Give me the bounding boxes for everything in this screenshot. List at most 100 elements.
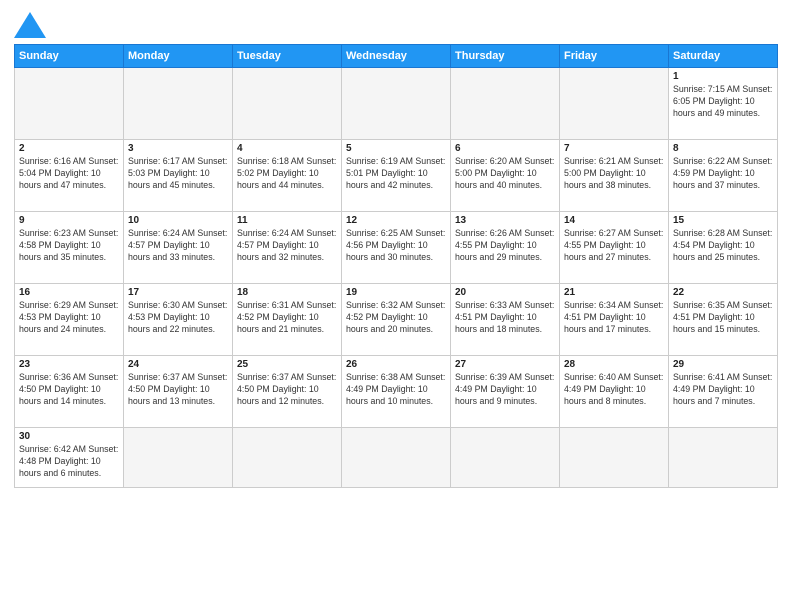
day-number: 9 [19, 215, 119, 226]
day-info: Sunrise: 6:35 AM Sunset: 4:51 PM Dayligh… [673, 300, 773, 336]
calendar-week-row: 23 Sunrise: 6:36 AM Sunset: 4:50 PM Dayli… [15, 356, 778, 428]
weekday-header-row: SundayMondayTuesdayWednesdayThursdayFrid… [15, 45, 778, 68]
day-number: 14 [564, 215, 664, 226]
day-number: 3 [128, 143, 228, 154]
day-info: Sunrise: 6:33 AM Sunset: 4:51 PM Dayligh… [455, 300, 555, 336]
day-info: Sunrise: 6:19 AM Sunset: 5:01 PM Dayligh… [346, 156, 446, 192]
calendar-cell: 13Sunrise: 6:26 AM Sunset: 4:55 PM Dayli… [451, 212, 560, 284]
day-number: 6 [455, 143, 555, 154]
calendar-cell: 26 Sunrise: 6:38 AM Sunset: 4:49 PM Dayli… [342, 356, 451, 428]
day-info: Sunrise: 6:18 AM Sunset: 5:02 PM Dayligh… [237, 156, 337, 192]
header [14, 10, 778, 38]
day-info: Sunrise: 6:34 AM Sunset: 4:51 PM Dayligh… [564, 300, 664, 336]
page: SundayMondayTuesdayWednesdayThursdayFrid… [0, 0, 792, 612]
calendar-cell [451, 428, 560, 488]
day-number: 11 [237, 215, 337, 226]
day-number: 1 [673, 71, 773, 82]
calendar-cell: 21 Sunrise: 6:34 AM Sunset: 4:51 PM Dayli… [560, 284, 669, 356]
calendar-cell: 27 Sunrise: 6:39 AM Sunset: 4:49 PM Dayli… [451, 356, 560, 428]
calendar-cell [342, 68, 451, 140]
day-number: 20 [455, 287, 555, 298]
day-info: Sunrise: 6:24 AM Sunset: 4:57 PM Dayligh… [237, 228, 337, 264]
calendar-cell: 14 Sunrise: 6:27 AM Sunset: 4:55 PM Dayli… [560, 212, 669, 284]
calendar-cell [669, 428, 778, 488]
calendar-cell: 30 Sunrise: 6:42 AM Sunset: 4:48 PM Dayli… [15, 428, 124, 488]
day-number: 13 [455, 215, 555, 226]
calendar-cell: 16Sunrise: 6:29 AM Sunset: 4:53 PM Dayli… [15, 284, 124, 356]
day-info: Sunrise: 6:36 AM Sunset: 4:50 PM Dayligh… [19, 372, 119, 408]
day-info: Sunrise: 6:28 AM Sunset: 4:54 PM Dayligh… [673, 228, 773, 264]
calendar-week-row: 1 Sunrise: 7:15 AM Sunset: 6:05 PM Daylig… [15, 68, 778, 140]
calendar-cell: 24Sunrise: 6:37 AM Sunset: 4:50 PM Dayli… [124, 356, 233, 428]
day-info: Sunrise: 6:31 AM Sunset: 4:52 PM Dayligh… [237, 300, 337, 336]
calendar-cell: 1 Sunrise: 7:15 AM Sunset: 6:05 PM Daylig… [669, 68, 778, 140]
calendar-cell: 8Sunrise: 6:22 AM Sunset: 4:59 PM Daylig… [669, 140, 778, 212]
calendar-cell: 19 Sunrise: 6:32 AM Sunset: 4:52 PM Dayli… [342, 284, 451, 356]
day-number: 27 [455, 359, 555, 370]
calendar-cell [233, 428, 342, 488]
calendar-cell: 9Sunrise: 6:23 AM Sunset: 4:58 PM Daylig… [15, 212, 124, 284]
day-info: Sunrise: 6:41 AM Sunset: 4:49 PM Dayligh… [673, 372, 773, 408]
calendar-table: SundayMondayTuesdayWednesdayThursdayFrid… [14, 44, 778, 488]
day-info: Sunrise: 6:24 AM Sunset: 4:57 PM Dayligh… [128, 228, 228, 264]
calendar-cell: 23 Sunrise: 6:36 AM Sunset: 4:50 PM Dayli… [15, 356, 124, 428]
calendar-cell [560, 428, 669, 488]
calendar-cell [15, 68, 124, 140]
day-info: Sunrise: 6:30 AM Sunset: 4:53 PM Dayligh… [128, 300, 228, 336]
day-number: 12 [346, 215, 446, 226]
weekday-header-friday: Friday [560, 45, 669, 68]
day-number: 17 [128, 287, 228, 298]
weekday-header-thursday: Thursday [451, 45, 560, 68]
day-number: 5 [346, 143, 446, 154]
calendar-cell [342, 428, 451, 488]
day-number: 21 [564, 287, 664, 298]
calendar-cell: 17 Sunrise: 6:30 AM Sunset: 4:53 PM Dayli… [124, 284, 233, 356]
day-info: Sunrise: 6:21 AM Sunset: 5:00 PM Dayligh… [564, 156, 664, 192]
day-info: Sunrise: 6:27 AM Sunset: 4:55 PM Dayligh… [564, 228, 664, 264]
calendar-cell: 6 Sunrise: 6:20 AM Sunset: 5:00 PM Daylig… [451, 140, 560, 212]
calendar-week-row: 30 Sunrise: 6:42 AM Sunset: 4:48 PM Dayli… [15, 428, 778, 488]
day-number: 26 [346, 359, 446, 370]
weekday-header-wednesday: Wednesday [342, 45, 451, 68]
day-number: 25 [237, 359, 337, 370]
calendar-cell [233, 68, 342, 140]
calendar-cell [451, 68, 560, 140]
calendar-cell: 5 Sunrise: 6:19 AM Sunset: 5:01 PM Daylig… [342, 140, 451, 212]
day-info: Sunrise: 6:22 AM Sunset: 4:59 PM Dayligh… [673, 156, 773, 192]
day-number: 2 [19, 143, 119, 154]
day-info: Sunrise: 7:15 AM Sunset: 6:05 PM Dayligh… [673, 84, 773, 120]
calendar-cell: 29 Sunrise: 6:41 AM Sunset: 4:49 PM Dayli… [669, 356, 778, 428]
day-info: Sunrise: 6:29 AM Sunset: 4:53 PM Dayligh… [19, 300, 119, 336]
calendar-cell: 20 Sunrise: 6:33 AM Sunset: 4:51 PM Dayli… [451, 284, 560, 356]
calendar-week-row: 16Sunrise: 6:29 AM Sunset: 4:53 PM Dayli… [15, 284, 778, 356]
day-info: Sunrise: 6:39 AM Sunset: 4:49 PM Dayligh… [455, 372, 555, 408]
calendar-cell: 22 Sunrise: 6:35 AM Sunset: 4:51 PM Dayli… [669, 284, 778, 356]
day-info: Sunrise: 6:37 AM Sunset: 4:50 PM Dayligh… [128, 372, 228, 408]
logo [14, 10, 48, 38]
day-info: Sunrise: 6:16 AM Sunset: 5:04 PM Dayligh… [19, 156, 119, 192]
calendar-cell: 2 Sunrise: 6:16 AM Sunset: 5:04 PM Daylig… [15, 140, 124, 212]
calendar-cell: 12Sunrise: 6:25 AM Sunset: 4:56 PM Dayli… [342, 212, 451, 284]
day-number: 10 [128, 215, 228, 226]
calendar-week-row: 2 Sunrise: 6:16 AM Sunset: 5:04 PM Daylig… [15, 140, 778, 212]
day-number: 23 [19, 359, 119, 370]
day-info: Sunrise: 6:42 AM Sunset: 4:48 PM Dayligh… [19, 444, 119, 480]
day-number: 7 [564, 143, 664, 154]
day-number: 29 [673, 359, 773, 370]
day-number: 15 [673, 215, 773, 226]
calendar-cell: 18Sunrise: 6:31 AM Sunset: 4:52 PM Dayli… [233, 284, 342, 356]
day-number: 28 [564, 359, 664, 370]
calendar-cell: 3Sunrise: 6:17 AM Sunset: 5:03 PM Daylig… [124, 140, 233, 212]
weekday-header-tuesday: Tuesday [233, 45, 342, 68]
day-number: 19 [346, 287, 446, 298]
weekday-header-sunday: Sunday [15, 45, 124, 68]
day-info: Sunrise: 6:20 AM Sunset: 5:00 PM Dayligh… [455, 156, 555, 192]
day-number: 22 [673, 287, 773, 298]
day-number: 4 [237, 143, 337, 154]
calendar-cell: 7 Sunrise: 6:21 AM Sunset: 5:00 PM Daylig… [560, 140, 669, 212]
calendar-cell [560, 68, 669, 140]
day-info: Sunrise: 6:38 AM Sunset: 4:49 PM Dayligh… [346, 372, 446, 408]
day-info: Sunrise: 6:32 AM Sunset: 4:52 PM Dayligh… [346, 300, 446, 336]
day-number: 30 [19, 431, 119, 442]
weekday-header-saturday: Saturday [669, 45, 778, 68]
